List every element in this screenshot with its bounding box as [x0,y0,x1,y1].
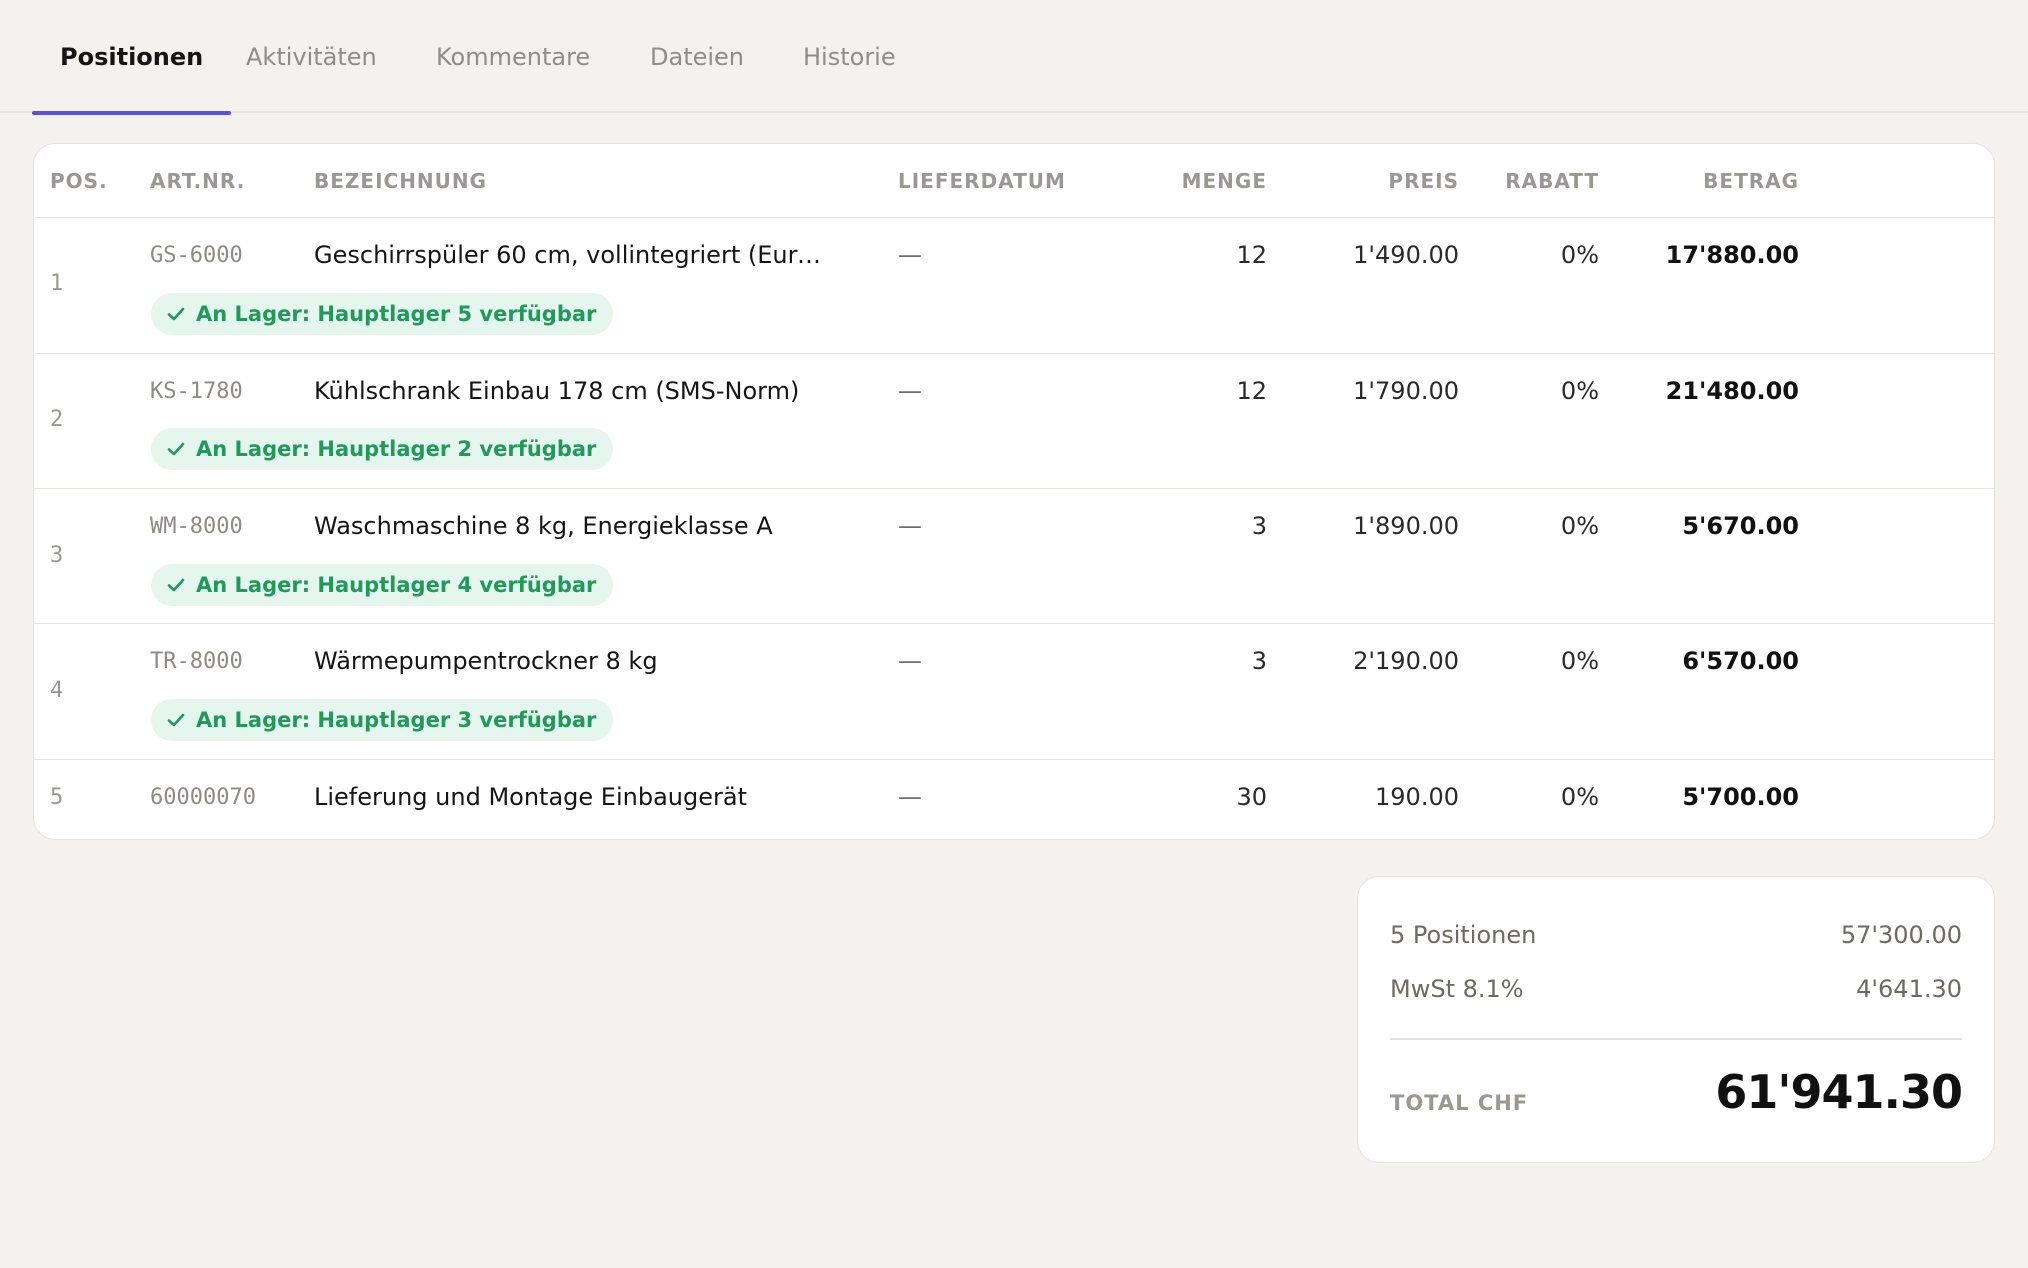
row-menge: 3 [1251,512,1267,540]
row-pos: 1 [50,271,64,296]
table-row[interactable]: 3 WM-8000 Waschmaschine 8 kg, Energiekla… [34,489,1994,624]
row-preis: 1'890.00 [1353,512,1459,540]
summary-divider [1390,1038,1962,1040]
header-rabatt: RABATT [1505,169,1599,193]
check-icon [167,307,185,321]
row-betrag: 17'880.00 [1665,241,1799,269]
stock-label: An Lager: Hauptlager 2 verfügbar [196,437,597,461]
row-preis: 1'790.00 [1353,377,1459,405]
row-pos: 3 [50,543,64,568]
row-betrag: 21'480.00 [1665,377,1799,405]
table-row[interactable]: 4 TR-8000 Wärmepumpentrockner 8 kg — 3 2… [34,624,1994,760]
row-artnr: WM-8000 [150,514,243,539]
row-artnr: TR-8000 [150,649,243,674]
row-rabatt: 0% [1560,512,1599,540]
row-menge: 3 [1251,647,1267,675]
row-pos: 5 [50,785,64,810]
row-rabatt: 0% [1560,647,1599,675]
row-betrag: 6'570.00 [1682,647,1799,675]
row-bezeichnung: Wärmepumpentrockner 8 kg [314,647,658,675]
row-bezeichnung: Kühlschrank Einbau 178 cm (SMS-Norm) [314,377,800,405]
header-betrag: BETRAG [1703,169,1799,193]
vat-label: MwSt 8.1% [1390,975,1524,1003]
row-bezeichnung: Lieferung und Montage Einbaugerät [314,783,747,811]
row-rabatt: 0% [1560,241,1599,269]
stock-badge: An Lager: Hauptlager 5 verfügbar [151,293,614,335]
row-menge: 30 [1236,783,1267,811]
header-lieferdatum: LIEFERDATUM [898,169,1066,193]
header-bezeichnung: BEZEICHNUNG [314,169,488,193]
table-row[interactable]: 5 60000070 Lieferung und Montage Einbaug… [34,760,1994,839]
row-artnr: GS-6000 [150,243,243,268]
totals-summary: 5 Positionen 57'300.00 MwSt 8.1% 4'641.3… [1357,876,1995,1163]
tab-dateien[interactable]: Dateien [650,0,744,113]
table-row[interactable]: 2 KS-1780 Kühlschrank Einbau 178 cm (SMS… [34,354,1994,489]
stock-label: An Lager: Hauptlager 4 verfügbar [196,573,597,597]
row-bezeichnung: Waschmaschine 8 kg, Energieklasse A [314,512,773,540]
positions-table: POS. ART.NR. BEZEICHNUNG LIEFERDATUM MEN… [33,143,1995,840]
row-menge: 12 [1236,241,1267,269]
row-betrag: 5'700.00 [1682,783,1799,811]
vat-amount: 4'641.30 [1856,975,1962,1003]
tab-historie[interactable]: Historie [803,0,896,113]
table-header: POS. ART.NR. BEZEICHNUNG LIEFERDATUM MEN… [34,144,1994,218]
tab-kommentare[interactable]: Kommentare [436,0,590,113]
header-pos: POS. [50,169,108,193]
row-lieferdatum: — [898,512,922,540]
total-amount: 61'941.30 [1715,1065,1963,1119]
row-lieferdatum: — [898,647,922,675]
tab-aktivitaeten[interactable]: Aktivitäten [246,0,377,113]
row-artnr: 60000070 [150,785,256,810]
row-pos: 2 [50,407,64,432]
header-artnr: ART.NR. [150,169,246,193]
row-preis: 190.00 [1375,783,1459,811]
stock-badge: An Lager: Hauptlager 4 verfügbar [151,564,614,606]
stock-label: An Lager: Hauptlager 3 verfügbar [196,708,597,732]
tab-bar: Positionen Aktivitäten Kommentare Dateie… [0,0,2028,115]
check-icon [167,442,185,456]
row-menge: 12 [1236,377,1267,405]
check-icon [167,578,185,592]
positions-count-label: 5 Positionen [1390,921,1537,949]
tab-positionen[interactable]: Positionen [31,0,232,115]
table-row[interactable]: 1 GS-6000 Geschirrspüler 60 cm, vollinte… [34,218,1994,354]
header-menge: MENGE [1181,169,1267,193]
stock-label: An Lager: Hauptlager 5 verfügbar [196,302,597,326]
row-preis: 2'190.00 [1353,647,1459,675]
row-rabatt: 0% [1560,783,1599,811]
stock-badge: An Lager: Hauptlager 3 verfügbar [151,699,614,741]
row-preis: 1'490.00 [1353,241,1459,269]
row-pos: 4 [50,678,64,703]
header-preis: PREIS [1388,169,1459,193]
positions-subtotal: 57'300.00 [1840,921,1962,949]
total-label: TOTAL CHF [1390,1091,1529,1115]
check-icon [167,713,185,727]
row-artnr: KS-1780 [150,379,243,404]
row-lieferdatum: — [898,783,922,811]
row-betrag: 5'670.00 [1682,512,1799,540]
stock-badge: An Lager: Hauptlager 2 verfügbar [151,428,614,470]
row-lieferdatum: — [898,241,922,269]
row-lieferdatum: — [898,377,922,405]
row-bezeichnung: Geschirrspüler 60 cm, vollintegriert (Eu… [314,241,834,269]
row-rabatt: 0% [1560,377,1599,405]
